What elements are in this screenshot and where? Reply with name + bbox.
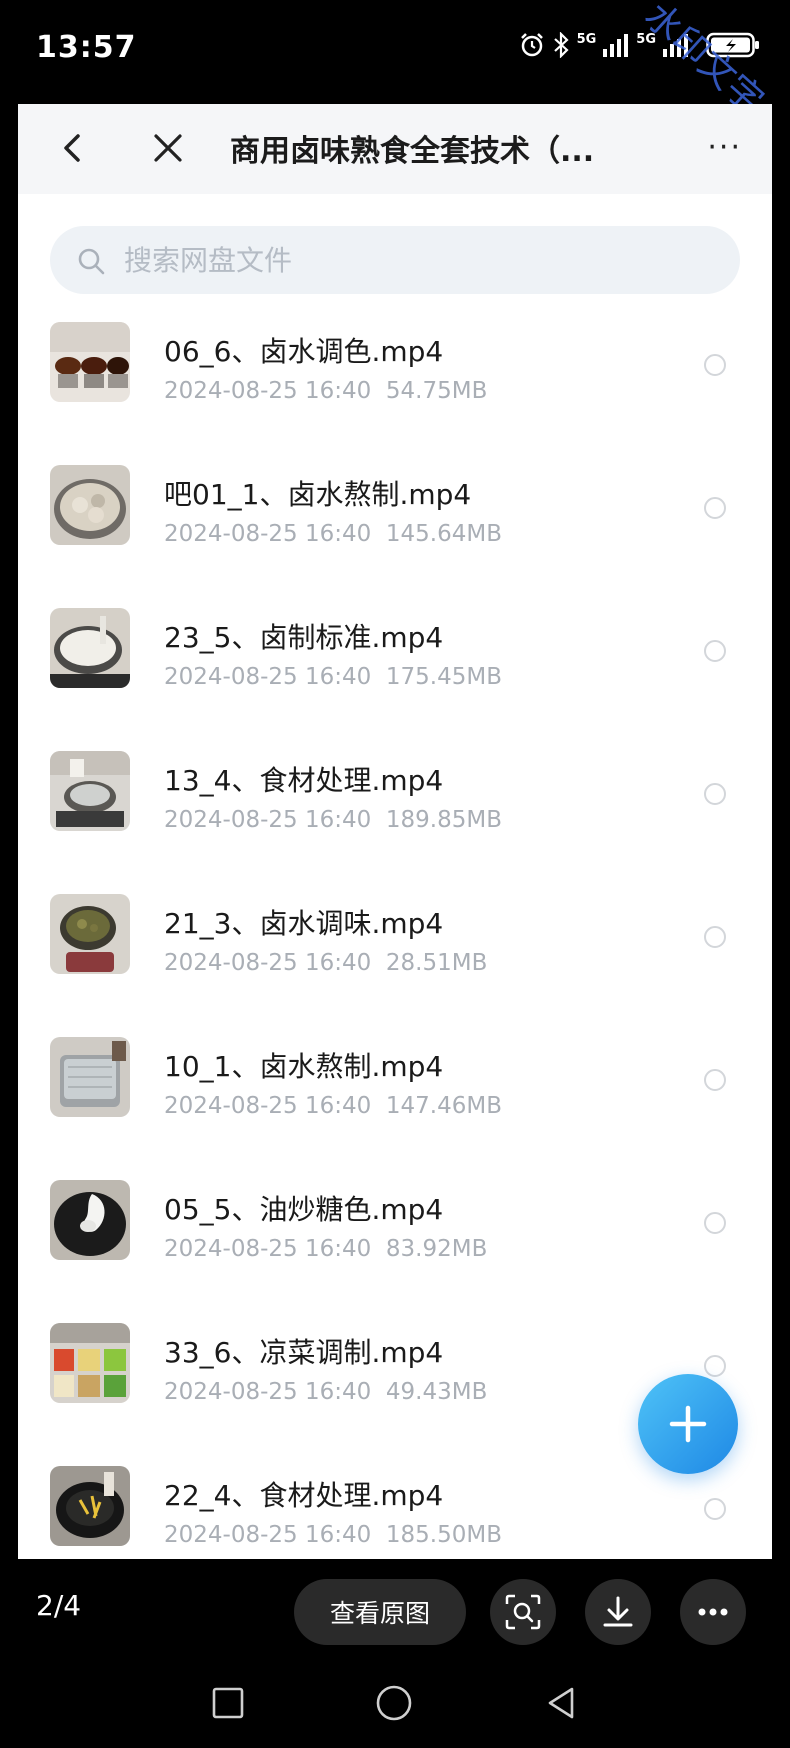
select-radio[interactable] <box>704 783 726 805</box>
select-radio[interactable] <box>704 497 726 519</box>
more-horizontal-icon <box>698 1608 728 1616</box>
search-icon <box>78 248 105 275</box>
top-nav: 商用卤味熟食全套技术（... ··· <box>18 104 772 194</box>
video-thumbnail <box>50 322 130 402</box>
video-thumbnail <box>50 465 130 545</box>
alarm-icon <box>519 32 545 58</box>
file-meta: 2024-08-25 16:40 28.51MB <box>164 950 488 976</box>
file-row[interactable]: 23_5、卤制标准.mp4 2024-08-25 16:40 175.45MB <box>18 604 772 747</box>
file-name: 05_5、油炒糖色.mp4 <box>164 1193 444 1226</box>
file-meta: 2024-08-25 16:40 54.75MB <box>164 378 488 404</box>
video-thumbnail <box>50 894 130 974</box>
app-screen: 商用卤味熟食全套技术（... ··· 06_6、卤水调色.mp4 2024-08… <box>18 104 772 1559</box>
download-icon <box>603 1596 633 1627</box>
network-type-label: 5G <box>576 32 597 47</box>
file-name: 06_6、卤水调色.mp4 <box>164 335 444 368</box>
file-row[interactable]: 05_5、油炒糖色.mp4 2024-08-25 16:40 83.92MB <box>18 1176 772 1319</box>
file-name: 吧01_1、卤水熬制.mp4 <box>164 478 472 511</box>
add-button[interactable] <box>638 1374 738 1474</box>
select-radio[interactable] <box>704 1212 726 1234</box>
file-name: 33_6、凉菜调制.mp4 <box>164 1336 444 1369</box>
file-meta: 2024-08-25 16:40 189.85MB <box>164 807 503 833</box>
file-row[interactable]: 22_4、食材处理.mp4 2024-08-25 16:40 185.50MB <box>18 1462 772 1559</box>
file-name: 10_1、卤水熬制.mp4 <box>164 1050 444 1083</box>
file-name: 13_4、食材处理.mp4 <box>164 764 444 797</box>
file-meta: 2024-08-25 16:40 83.92MB <box>164 1236 488 1262</box>
status-time: 13:57 <box>36 30 137 65</box>
file-name: 23_5、卤制标准.mp4 <box>164 621 444 654</box>
file-meta: 2024-08-25 16:40 175.45MB <box>164 664 503 690</box>
file-row[interactable]: 13_4、食材处理.mp4 2024-08-25 16:40 189.85MB <box>18 747 772 890</box>
select-radio[interactable] <box>704 1355 726 1377</box>
more-options-button[interactable] <box>680 1579 746 1645</box>
chevron-left-icon <box>64 134 80 162</box>
close-icon <box>154 134 182 162</box>
video-thumbnail <box>50 1037 130 1117</box>
circle-icon <box>376 1685 412 1721</box>
select-radio[interactable] <box>704 640 726 662</box>
square-icon <box>212 1687 244 1719</box>
file-name: 22_4、食材处理.mp4 <box>164 1479 444 1512</box>
search-bar[interactable] <box>50 226 740 294</box>
video-thumbnail <box>50 1323 130 1403</box>
image-search-button[interactable] <box>490 1579 556 1645</box>
recent-apps-button[interactable] <box>208 1683 248 1723</box>
video-thumbnail <box>50 1180 130 1260</box>
bluetooth-icon <box>553 32 569 58</box>
status-bar: 13:57 5G 5G 水印文字 <box>0 0 790 122</box>
select-radio[interactable] <box>704 1498 726 1520</box>
file-meta: 2024-08-25 16:40 145.64MB <box>164 521 503 547</box>
plus-icon <box>669 1405 707 1443</box>
file-meta: 2024-08-25 16:40 185.50MB <box>164 1522 503 1548</box>
more-button[interactable]: ··· <box>707 133 742 163</box>
select-radio[interactable] <box>704 1069 726 1091</box>
video-thumbnail <box>50 751 130 831</box>
page-counter: 2/4 <box>36 1589 82 1622</box>
select-radio[interactable] <box>704 354 726 376</box>
search-input[interactable] <box>124 226 704 294</box>
file-row[interactable]: 10_1、卤水熬制.mp4 2024-08-25 16:40 147.46MB <box>18 1033 772 1176</box>
file-meta: 2024-08-25 16:40 147.46MB <box>164 1093 503 1119</box>
video-thumbnail <box>50 1466 130 1546</box>
system-navigation-bar <box>0 1665 790 1748</box>
select-radio[interactable] <box>704 926 726 948</box>
image-search-icon <box>505 1594 541 1630</box>
triangle-back-icon <box>548 1687 574 1719</box>
page-title: 商用卤味熟食全套技术（... <box>230 134 595 169</box>
view-original-button[interactable]: 查看原图 <box>294 1579 466 1645</box>
image-viewer-bar: 2/4 查看原图 <box>0 1559 790 1665</box>
file-list: 06_6、卤水调色.mp4 2024-08-25 16:40 54.75MB 吧… <box>18 318 772 1559</box>
back-button[interactable] <box>54 128 94 168</box>
close-button[interactable] <box>146 126 190 170</box>
file-row[interactable]: 吧01_1、卤水熬制.mp4 2024-08-25 16:40 145.64MB <box>18 461 772 604</box>
file-meta: 2024-08-25 16:40 49.43MB <box>164 1379 488 1405</box>
home-button[interactable] <box>374 1683 414 1723</box>
file-row[interactable]: 06_6、卤水调色.mp4 2024-08-25 16:40 54.75MB <box>18 318 772 461</box>
download-button[interactable] <box>585 1579 651 1645</box>
video-thumbnail <box>50 608 130 688</box>
signal-icon <box>602 33 629 57</box>
back-nav-button[interactable] <box>542 1683 582 1723</box>
file-row[interactable]: 21_3、卤水调味.mp4 2024-08-25 16:40 28.51MB <box>18 890 772 1033</box>
file-name: 21_3、卤水调味.mp4 <box>164 907 444 940</box>
